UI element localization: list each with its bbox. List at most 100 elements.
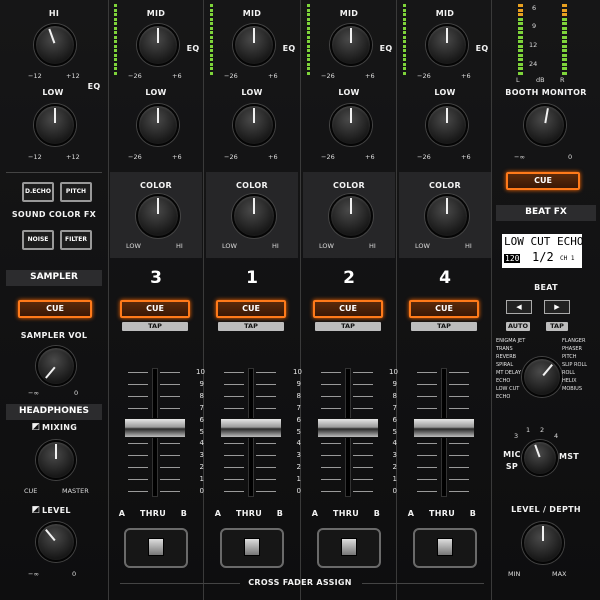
fader-tick [353, 491, 373, 492]
fader-tick [160, 407, 180, 409]
beat-left-button[interactable]: ◀ [506, 300, 532, 314]
fader-scale-number: 6 [392, 415, 397, 424]
low-eq-knob[interactable] [137, 104, 179, 146]
separator [396, 0, 397, 600]
assign-b-label: B [373, 509, 381, 518]
low-eq-knob[interactable] [426, 104, 468, 146]
channel-cue-button[interactable]: CUE [216, 300, 286, 318]
sampler-vol-max: 0 [74, 389, 79, 397]
booth-monitor-label: BOOTH MONITOR [505, 88, 587, 97]
sampler-vol-knob[interactable] [36, 346, 76, 386]
noise-fx-button[interactable]: NOISE [22, 230, 54, 250]
channel-tap-button[interactable]: TAP [315, 322, 381, 331]
crossfader-assign-switch[interactable] [317, 528, 381, 568]
beat-tap-button[interactable]: TAP [546, 322, 568, 331]
meter-led-left [518, 62, 523, 66]
crossfader-assign-switch[interactable] [124, 528, 188, 568]
crossfader-assign-switch[interactable] [220, 528, 284, 568]
sampler-cue-button[interactable]: CUE [18, 300, 92, 318]
knob-indicator [446, 108, 448, 124]
channel-meter-led [307, 35, 310, 39]
fader-tick [160, 455, 180, 457]
fx-select-knob[interactable] [522, 357, 562, 397]
color-knob[interactable] [136, 194, 180, 238]
mid-eq-knob[interactable] [137, 24, 179, 66]
switch-knob[interactable] [148, 538, 164, 556]
channel-meter-led [114, 62, 117, 66]
fader-scale-number: 6 [296, 415, 301, 424]
beat-right-button[interactable]: ▶ [544, 300, 570, 314]
channel-fader[interactable] [220, 418, 282, 438]
channel-tap-button[interactable]: TAP [411, 322, 477, 331]
mid-eq-knob[interactable] [330, 24, 372, 66]
crossfader-assign-switch[interactable] [413, 528, 477, 568]
fx-option-label: HELIX [562, 378, 577, 384]
channel-meter-led [114, 13, 117, 16]
sampler-vol-min: −∞ [28, 389, 39, 397]
fader-tick [224, 467, 244, 469]
channel-meter-led [210, 40, 213, 43]
channel-meter-led [210, 62, 213, 66]
headphone-level-knob[interactable] [36, 522, 76, 562]
fader-scale-number: 10 [196, 368, 205, 376]
fader-tick [224, 395, 244, 397]
hi-eq-knob[interactable] [34, 24, 76, 66]
low-eq-knob[interactable] [330, 104, 372, 146]
color-knob[interactable] [232, 194, 276, 238]
meter-r-label: R [560, 76, 565, 84]
fader-tick [256, 372, 276, 373]
mixing-knob[interactable] [36, 440, 76, 480]
channel-meter-led [307, 71, 310, 75]
channel-fader[interactable] [413, 418, 475, 438]
channel-cue-button[interactable]: CUE [120, 300, 190, 318]
low-eq-knob[interactable] [34, 104, 76, 146]
channel-meter-led [307, 58, 310, 61]
fader-scale-number: 9 [296, 379, 301, 388]
fader-tick [128, 395, 148, 397]
color-hi-label: HI [272, 242, 279, 250]
fx-channel-select-knob[interactable] [522, 440, 558, 476]
color-knob[interactable] [329, 194, 373, 238]
fx-option-label: MOBIUS [562, 386, 582, 392]
meter-led-right [562, 8, 567, 12]
meter-led-right [562, 49, 567, 52]
pitch-fx-button[interactable]: PITCH [60, 182, 92, 202]
channel-meter-led [403, 13, 406, 16]
mid-eq-knob[interactable] [426, 24, 468, 66]
meter-scale: 6 [532, 4, 537, 12]
booth-monitor-knob[interactable] [524, 104, 566, 146]
knob-indicator [446, 28, 448, 44]
switch-knob[interactable] [437, 538, 453, 556]
mid-eq-knob[interactable] [233, 24, 275, 66]
meter-led-left [518, 71, 523, 75]
echo-fx-button[interactable]: D.ECHO [22, 182, 54, 202]
fader-scale-number: 2 [296, 463, 301, 472]
low-eq-knob[interactable] [233, 104, 275, 146]
low-scale-min: −26 [224, 153, 238, 161]
headphone-icon: ◩ [31, 422, 41, 432]
channel-cue-button[interactable]: CUE [409, 300, 479, 318]
channel-tap-button[interactable]: TAP [122, 322, 188, 331]
channel-fader[interactable] [317, 418, 379, 438]
channel-meter-led [307, 49, 310, 52]
level-depth-knob[interactable] [522, 522, 564, 564]
meter-scale: 24 [529, 60, 538, 68]
fader-scale-number: 7 [392, 403, 397, 412]
lcd-bpm: 120 [504, 254, 521, 263]
channel-tap-button[interactable]: TAP [218, 322, 284, 331]
auto-button[interactable]: AUTO [506, 322, 530, 331]
color-knob[interactable] [425, 194, 469, 238]
switch-knob[interactable] [341, 538, 357, 556]
sampler-vol-label: SAMPLER VOL [20, 331, 88, 340]
fader-tick [321, 383, 341, 385]
channel-cue-button[interactable]: CUE [313, 300, 383, 318]
low-label: LOW [145, 88, 167, 97]
channel-fader[interactable] [124, 418, 186, 438]
booth-cue-button[interactable]: CUE [506, 172, 580, 190]
knob-indicator [157, 108, 159, 124]
fader-tick [353, 395, 373, 397]
switch-knob[interactable] [244, 538, 260, 556]
low-label: LOW [42, 88, 64, 97]
filter-fx-button[interactable]: FILTER [60, 230, 92, 250]
meter-led-right [562, 13, 567, 16]
